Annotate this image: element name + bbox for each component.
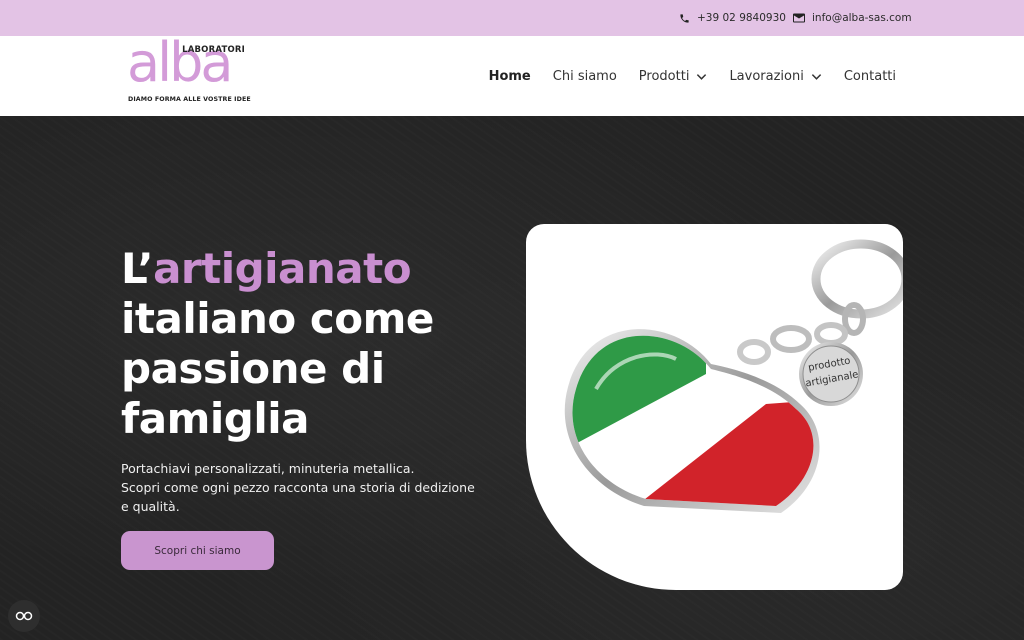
phone-icon [680,13,689,23]
cookie-settings-icon [15,611,33,621]
main-nav: Home Chi siamo Prodotti Lavorazioni Cont… [489,36,896,116]
nav-item-contatti[interactable]: Contatti [844,69,896,84]
email-address: info@alba-sas.com [812,12,912,24]
chevron-down-icon [811,73,822,80]
nav-item-chi-siamo[interactable]: Chi siamo [553,69,617,84]
cookie-settings-button[interactable] [8,600,40,632]
subtext-line-1: Portachiavi personalizzati, minuteria me… [121,461,415,476]
heart-keychain-image: prodotto artigianale [564,239,903,513]
envelope-icon [793,13,805,23]
nav-item-label: Home [488,68,531,84]
nav-item-home[interactable]: Home [489,69,531,84]
hero-headline: L’artigianato italiano come passione di … [121,244,521,444]
hero-section: L’artigianato italiano come passione di … [0,116,1024,640]
nav-item-label: Prodotti [638,68,690,84]
nav-item-label: Contatti [843,68,896,84]
nav-item-label: Lavorazioni [729,68,804,84]
site-logo[interactable]: alba LABORATORI DIAMO FORMA ALLE VOSTRE … [127,36,251,108]
phone-number: +39 02 9840930 [697,12,786,24]
nav-item-prodotti[interactable]: Prodotti [639,69,708,84]
logo-top-label: LABORATORI [182,45,245,55]
headline-prefix: L’ [121,244,154,293]
phone-contact[interactable]: +39 02 9840930 [679,0,786,36]
hero-product-image: prodotto artigianale [526,224,903,590]
subtext-line-2: Scopri come ogni pezzo racconta una stor… [121,480,475,514]
headline-rest: italiano come passione di famiglia [121,294,434,443]
about-us-button[interactable]: Scopri chi siamo [121,531,274,570]
nav-item-lavorazioni[interactable]: Lavorazioni [729,68,822,84]
site-header: alba LABORATORI DIAMO FORMA ALLE VOSTRE … [0,36,1024,116]
hero-subtext: Portachiavi personalizzati, minuteria me… [121,459,481,516]
chevron-down-icon [697,73,707,80]
logo-tagline: DIAMO FORMA ALLE VOSTRE IDEE [128,96,251,103]
nav-item-label: Chi siamo [552,68,617,84]
headline-accent: artigianato [153,244,412,293]
email-contact[interactable]: info@alba-sas.com [793,0,912,36]
